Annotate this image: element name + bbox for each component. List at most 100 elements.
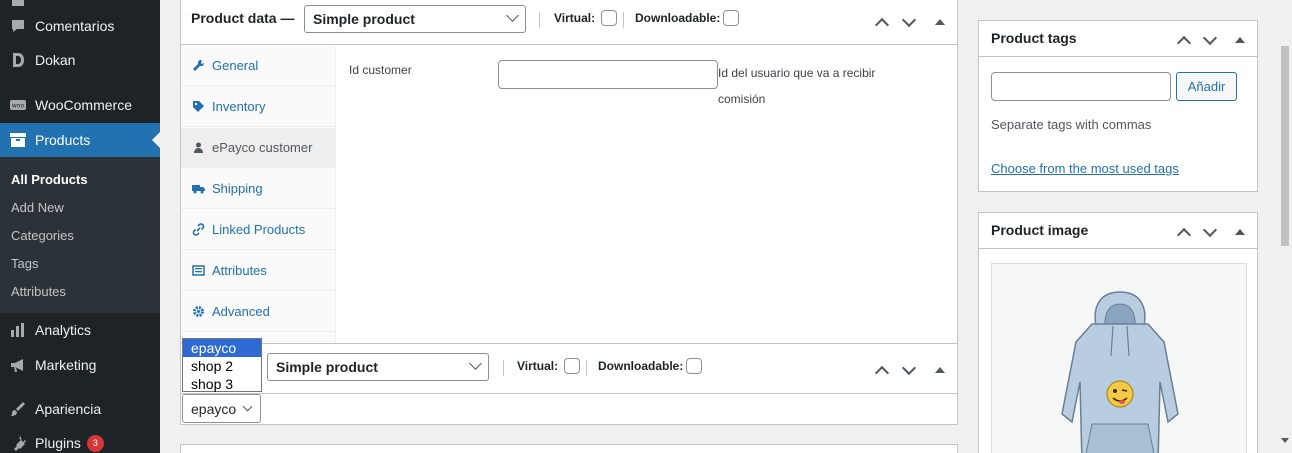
dokan-icon	[0, 51, 36, 69]
product-data-panel-2: Simple product Virtual: Downloadable:	[180, 343, 958, 425]
move-down-icon[interactable]	[900, 14, 916, 30]
virtual-checkbox[interactable]	[601, 10, 617, 26]
id-customer-input[interactable]	[498, 60, 718, 89]
sidebar-item-label: Analytics	[35, 322, 92, 338]
gear-icon	[191, 305, 205, 319]
sidebar-item-label: Plugins	[35, 435, 81, 451]
submenu-tags[interactable]: Tags	[11, 256, 38, 271]
megaphone-icon	[0, 356, 36, 374]
sidebar-item-analytics[interactable]: Analytics	[0, 313, 160, 347]
product-type-value: Simple product	[276, 359, 378, 375]
product-data-panel: Product data — Simple product Virtual: D…	[180, 0, 958, 344]
shop-select[interactable]: epayco	[182, 394, 261, 423]
virtual-label: Virtual:	[554, 11, 596, 25]
product-image-header: Product image	[979, 213, 1257, 249]
tag-icon	[191, 100, 205, 114]
shop-option[interactable]: shop 2	[183, 357, 261, 375]
id-customer-label: Id customer	[349, 63, 412, 77]
sidebar-item-comentarios[interactable]: Comentarios	[0, 9, 160, 43]
divider	[503, 360, 504, 376]
product-type-select[interactable]: Simple product	[304, 5, 526, 33]
downloadable-label: Downloadable:	[635, 11, 721, 25]
downloadable-checkbox[interactable]	[723, 10, 739, 26]
submenu-categories[interactable]: Categories	[11, 228, 74, 243]
move-down-icon[interactable]	[900, 362, 916, 378]
product-tags-title: Product tags	[991, 30, 1077, 46]
tab-label: Attributes	[212, 263, 267, 278]
submenu-attributes[interactable]: Attributes	[11, 284, 66, 299]
add-tag-button[interactable]: Añadir	[1176, 72, 1237, 101]
tab-label: Linked Products	[212, 222, 306, 237]
submenu-all-products[interactable]: All Products	[11, 172, 88, 187]
tab-label: Advanced	[212, 304, 270, 319]
move-up-icon[interactable]	[873, 362, 889, 378]
sidebar-item-dokan[interactable]: Dokan	[0, 43, 160, 77]
shop-option[interactable]: shop 3	[183, 375, 261, 393]
id-customer-description: Id del usuario que va a recibir comisión	[718, 66, 876, 106]
sidebar-item-label: Products	[35, 132, 91, 148]
hoodie-image	[1061, 291, 1179, 453]
sidebar-item-marketing[interactable]: Marketing	[0, 348, 160, 382]
tab-inventory[interactable]: Inventory	[181, 87, 335, 127]
archive-icon	[0, 131, 36, 149]
product-image-title: Product image	[991, 222, 1089, 238]
sidebar-item-products[interactable]: Products	[0, 123, 160, 157]
list-icon	[191, 264, 205, 278]
tab-linked-products[interactable]: Linked Products	[181, 210, 335, 250]
collapse-toggle-icon[interactable]	[1232, 224, 1248, 240]
downloadable-checkbox-2[interactable]	[686, 358, 702, 374]
submenu-add-new[interactable]: Add New	[11, 200, 64, 215]
brush-icon	[0, 400, 36, 418]
tab-shipping[interactable]: Shipping	[181, 169, 335, 209]
divider	[539, 12, 540, 28]
tab-advanced[interactable]: Advanced	[181, 292, 335, 332]
truck-icon	[191, 182, 205, 196]
sidebar-item-apariencia[interactable]: Apariencia	[0, 392, 160, 426]
user-icon	[191, 141, 205, 155]
sidebar-item-woocommerce[interactable]: woo WooCommerce	[0, 88, 160, 122]
collapse-toggle-icon[interactable]	[932, 14, 948, 30]
page-scrollbar[interactable]	[1278, 0, 1292, 453]
virtual-checkbox-2[interactable]	[564, 358, 580, 374]
shop-option[interactable]: epayco	[183, 339, 261, 357]
shop-select-value: epayco	[191, 401, 237, 417]
tab-general[interactable]: General	[181, 46, 335, 86]
product-type-value: Simple product	[313, 11, 415, 27]
link-icon	[191, 223, 205, 237]
product-type-select-2[interactable]: Simple product	[267, 353, 489, 381]
bar-chart-icon	[0, 321, 36, 339]
tab-attributes[interactable]: Attributes	[181, 251, 335, 291]
tab-epayco-customer[interactable]: ePayco customer	[181, 128, 335, 168]
collapse-toggle-icon[interactable]	[932, 362, 948, 378]
product-data-header-2: Simple product Virtual: Downloadable:	[181, 344, 957, 394]
most-used-tags-link[interactable]: Choose from the most used tags	[991, 161, 1179, 176]
wrench-icon	[191, 59, 205, 73]
svg-text:woo: woo	[12, 103, 25, 110]
sidebar-item-plugins[interactable]: Plugins 3	[0, 426, 160, 453]
divider	[623, 12, 624, 28]
scrollbar-thumb[interactable]	[1281, 46, 1289, 246]
move-down-icon[interactable]	[1201, 32, 1217, 48]
product-data-header: Product data — Simple product Virtual: D…	[181, 0, 957, 45]
downloadable-label: Downloadable:	[598, 359, 684, 373]
next-postbox	[180, 444, 958, 453]
sidebar-item-label: WooCommerce	[35, 97, 132, 113]
move-up-icon[interactable]	[1175, 32, 1191, 48]
move-down-icon[interactable]	[1201, 224, 1217, 240]
product-image[interactable]	[991, 263, 1247, 453]
sidebar-item-label: Apariencia	[35, 401, 102, 417]
shop-dropdown-list: epayco shop 2 shop 3	[182, 338, 262, 392]
collapse-toggle-icon[interactable]	[1232, 32, 1248, 48]
plugins-update-badge: 3	[86, 434, 104, 452]
tag-input[interactable]	[991, 72, 1171, 101]
chevron-down-icon	[469, 357, 482, 370]
virtual-label: Virtual:	[517, 359, 559, 373]
products-submenu: All Products Add New Categories Tags Att…	[0, 157, 160, 313]
scroll-down-arrow-icon[interactable]	[1281, 438, 1289, 447]
move-up-icon[interactable]	[873, 14, 889, 30]
move-up-icon[interactable]	[1175, 224, 1191, 240]
divider	[586, 360, 587, 376]
tab-label: Shipping	[212, 181, 263, 196]
chevron-down-icon	[242, 401, 253, 412]
tab-label: ePayco customer	[212, 140, 313, 155]
